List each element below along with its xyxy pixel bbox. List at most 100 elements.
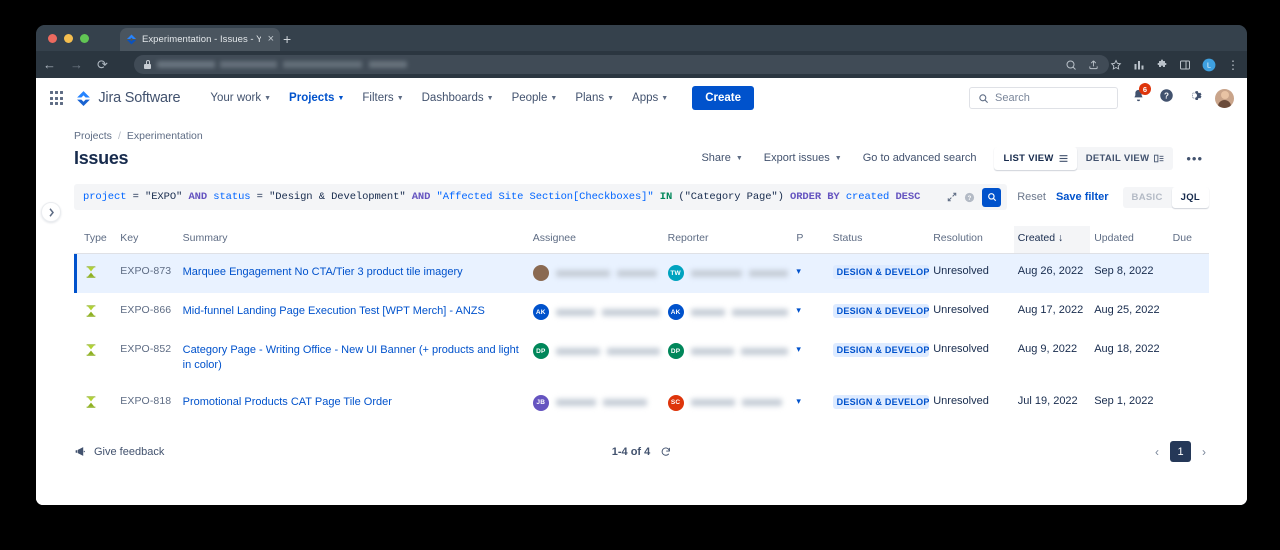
cell-key[interactable]: EXPO-873 bbox=[116, 254, 178, 294]
reporter-name-redacted bbox=[741, 399, 782, 407]
extensions-puzzle-icon[interactable] bbox=[1156, 59, 1168, 71]
cell-summary[interactable]: Mid-funnel Landing Page Execution Test [… bbox=[179, 293, 529, 332]
maximize-window-button[interactable] bbox=[80, 34, 89, 43]
nav-item-people[interactable]: People ▼ bbox=[504, 86, 566, 110]
resolution-value: Unresolved bbox=[933, 265, 989, 277]
window-controls[interactable] bbox=[48, 34, 89, 43]
address-bar[interactable] bbox=[134, 55, 1109, 74]
svg-text:L: L bbox=[1207, 62, 1211, 69]
updated-date: Aug 25, 2022 bbox=[1094, 304, 1160, 316]
give-feedback-button[interactable]: Give feedback bbox=[74, 445, 164, 458]
column-header-reporter[interactable]: Reporter bbox=[663, 226, 793, 254]
table-row[interactable]: EXPO-873 Marquee Engagement No CTA/Tier … bbox=[74, 253, 1209, 294]
column-header-due[interactable]: Due bbox=[1168, 226, 1209, 254]
reporter-avatar: DP bbox=[667, 343, 684, 359]
column-header-assignee[interactable]: Assignee bbox=[528, 226, 664, 254]
expand-sidebar-button[interactable] bbox=[41, 202, 61, 222]
close-window-button[interactable] bbox=[48, 34, 57, 43]
cell-summary[interactable]: Category Page - Writing Office - New UI … bbox=[179, 332, 529, 384]
breadcrumb-experimentation[interactable]: Experimentation bbox=[127, 130, 203, 142]
column-header-priority[interactable]: P bbox=[792, 226, 829, 254]
column-header-status[interactable]: Status bbox=[828, 226, 930, 254]
table-row[interactable]: EXPO-818 Promotional Products CAT Page T… bbox=[74, 384, 1209, 423]
cell-summary[interactable]: Marquee Engagement No CTA/Tier 3 product… bbox=[179, 254, 529, 294]
zoom-icon[interactable] bbox=[1065, 59, 1077, 71]
side-panel-icon[interactable] bbox=[1179, 59, 1191, 71]
breadcrumb-projects[interactable]: Projects bbox=[74, 130, 112, 142]
table-row[interactable]: EXPO-852 Category Page - Writing Office … bbox=[74, 332, 1209, 384]
browser-menu-icon[interactable]: ⋮ bbox=[1227, 58, 1239, 72]
previous-page-button[interactable]: ‹ bbox=[1152, 443, 1162, 461]
column-header-resolution[interactable]: Resolution bbox=[929, 226, 1014, 254]
jql-token: DESC bbox=[889, 191, 921, 203]
back-button[interactable]: ← bbox=[36, 58, 63, 71]
user-avatar[interactable] bbox=[1215, 88, 1234, 108]
cell-key[interactable]: EXPO-852 bbox=[116, 332, 178, 384]
share-icon[interactable] bbox=[1088, 59, 1099, 70]
column-header-key[interactable]: Key bbox=[116, 226, 179, 254]
assignee-name-redacted bbox=[601, 308, 660, 316]
list-view-button[interactable]: LIST VIEW bbox=[994, 146, 1077, 170]
export-issues-button[interactable]: Export issues ▼ bbox=[755, 146, 851, 170]
detail-view-button[interactable]: DETAIL VIEW bbox=[1077, 147, 1174, 170]
jira-logo[interactable]: Jira Software bbox=[75, 90, 181, 107]
cell-summary[interactable]: Promotional Products CAT Page Tile Order bbox=[179, 384, 529, 423]
issue-key: EXPO-818 bbox=[120, 394, 172, 407]
new-tab-button[interactable]: + bbox=[283, 32, 291, 46]
table-row[interactable]: EXPO-866 Mid-funnel Landing Page Executi… bbox=[74, 293, 1209, 332]
column-header-updated[interactable]: Updated bbox=[1090, 226, 1169, 254]
forward-button[interactable]: → bbox=[63, 58, 90, 71]
browser-profile-avatar[interactable]: L bbox=[1202, 58, 1216, 72]
column-header-type[interactable]: Type bbox=[74, 226, 117, 254]
jql-input[interactable]: project = "EXPO" AND status = "Design & … bbox=[74, 184, 1008, 210]
nav-item-dashboards[interactable]: Dashboards ▼ bbox=[414, 86, 502, 110]
cell-priority[interactable]: ▾ bbox=[792, 293, 828, 332]
cell-priority[interactable]: ▾ bbox=[792, 332, 828, 384]
nav-item-your-work[interactable]: Your work ▼ bbox=[202, 86, 279, 110]
more-options-button[interactable]: ••• bbox=[1180, 149, 1209, 168]
nav-item-label: Dashboards bbox=[421, 92, 484, 104]
column-header-created[interactable]: Created ↓ bbox=[1013, 226, 1091, 254]
basic-mode-button[interactable]: BASIC bbox=[1123, 187, 1172, 208]
app-switcher-icon[interactable] bbox=[50, 91, 64, 105]
next-page-button[interactable]: › bbox=[1199, 443, 1209, 461]
cell-due bbox=[1169, 332, 1209, 384]
bookmark-star-icon[interactable] bbox=[1110, 58, 1122, 71]
reset-button[interactable]: Reset bbox=[1007, 191, 1056, 203]
browser-tab[interactable]: Experimentation - Issues - You × bbox=[120, 28, 280, 51]
nav-item-projects[interactable]: Projects ▼ bbox=[281, 86, 352, 120]
browser-toolbar-icons: L ⋮ bbox=[1065, 51, 1239, 78]
column-header-summary[interactable]: Summary bbox=[178, 226, 529, 254]
expand-editor-icon[interactable] bbox=[947, 192, 957, 202]
search-input[interactable]: Search bbox=[969, 87, 1118, 109]
close-tab-icon[interactable]: × bbox=[266, 34, 274, 45]
jql-help-icon[interactable]: ? bbox=[964, 192, 975, 203]
cell-key[interactable]: EXPO-866 bbox=[116, 293, 178, 332]
create-button[interactable]: Create bbox=[692, 86, 755, 110]
reporter-avatar: AK bbox=[667, 304, 684, 320]
share-button[interactable]: Share ▼ bbox=[692, 146, 751, 170]
nav-item-plans[interactable]: Plans ▼ bbox=[567, 86, 622, 110]
jql-controls: ? bbox=[939, 187, 1002, 207]
issues-table: Type Key Summary Assignee Reporter P Sta… bbox=[74, 226, 1209, 423]
cell-priority[interactable]: ▾ bbox=[792, 384, 828, 423]
settings-button[interactable] bbox=[1187, 88, 1202, 108]
reload-button[interactable]: ⟳ bbox=[90, 58, 115, 71]
save-filter-button[interactable]: Save filter bbox=[1056, 191, 1109, 203]
minimize-window-button[interactable] bbox=[64, 34, 73, 43]
task-type-icon bbox=[86, 344, 96, 356]
refresh-icon[interactable] bbox=[660, 446, 671, 457]
notifications-button[interactable]: 6 bbox=[1131, 83, 1151, 108]
cell-key[interactable]: EXPO-818 bbox=[116, 384, 178, 423]
page-number-1[interactable]: 1 bbox=[1170, 441, 1191, 463]
cell-reporter: DP bbox=[664, 332, 793, 384]
help-button[interactable]: ? bbox=[1159, 88, 1174, 108]
advanced-search-link[interactable]: Go to advanced search bbox=[854, 146, 986, 170]
analytics-icon[interactable] bbox=[1133, 59, 1145, 71]
jql-mode-button[interactable]: JQL bbox=[1171, 186, 1209, 208]
nav-item-apps[interactable]: Apps ▼ bbox=[624, 86, 676, 110]
run-query-button[interactable] bbox=[982, 187, 1002, 207]
cell-priority[interactable]: ▾ bbox=[792, 254, 828, 294]
nav-item-filters[interactable]: Filters ▼ bbox=[354, 86, 411, 110]
cell-assignee: DP bbox=[529, 332, 664, 384]
